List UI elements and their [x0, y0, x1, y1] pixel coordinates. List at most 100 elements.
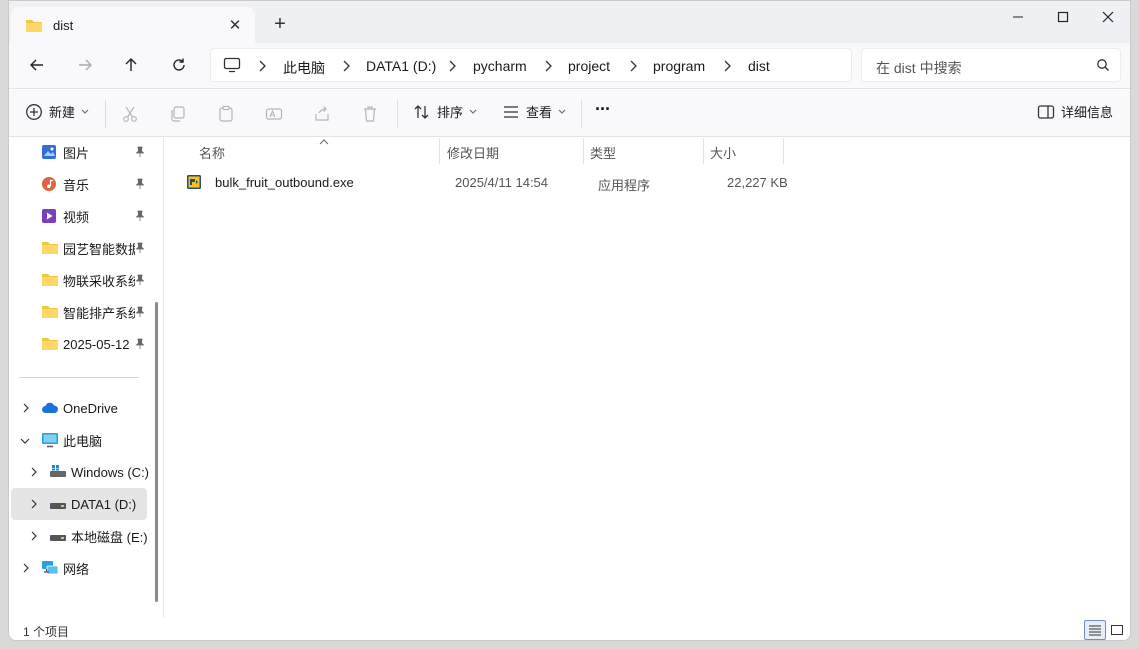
column-header-size[interactable]: 大小	[710, 143, 736, 162]
sidebar-item-folder[interactable]: 物联采收系统	[9, 264, 155, 296]
breadcrumb-program[interactable]: program	[653, 58, 705, 74]
chevron-right-icon[interactable]	[628, 59, 638, 76]
minimize-button[interactable]	[995, 1, 1041, 33]
new-tab-button[interactable]: +	[267, 11, 293, 37]
chevron-right-icon[interactable]	[341, 59, 351, 76]
details-pane-button[interactable]: 详细信息	[1037, 102, 1113, 121]
sidebar-item-local-e[interactable]: 本地磁盘 (E:)	[9, 520, 155, 552]
details-pane-icon	[1037, 104, 1055, 119]
chevron-right-icon[interactable]	[29, 498, 39, 513]
file-row[interactable]: bulk_fruit_outbound.exe 2025/4/11 14:54 …	[184, 171, 788, 195]
sidebar-item-label: 图片	[63, 145, 90, 161]
pin-icon[interactable]	[135, 242, 145, 257]
more-options-button[interactable]: ···	[595, 99, 611, 120]
computer-icon	[41, 432, 59, 451]
back-button[interactable]	[21, 51, 53, 79]
column-divider[interactable]	[783, 138, 784, 164]
breadcrumb-pycharm[interactable]: pycharm	[473, 58, 527, 74]
tiles-view-icon	[1111, 625, 1123, 635]
navigation-pane: 图片 音乐 视频 园艺智能数据 物联采收系统 智能排产系统 2025-05-12…	[9, 138, 163, 618]
folder-icon	[41, 240, 59, 258]
refresh-icon	[173, 58, 185, 71]
forward-button[interactable]	[69, 51, 101, 79]
sidebar-item-folder[interactable]: 园艺智能数据	[9, 232, 155, 264]
column-divider[interactable]	[583, 138, 584, 164]
sidebar-scrollbar[interactable]	[155, 302, 158, 602]
chevron-right-icon[interactable]	[29, 530, 39, 545]
chevron-right-icon[interactable]	[447, 59, 457, 76]
sidebar-item-data1-d[interactable]: DATA1 (D:)	[11, 488, 147, 520]
folder-icon	[41, 336, 59, 354]
column-header-name[interactable]: 名称	[199, 143, 225, 162]
sidebar-item-label: 2025-05-12	[63, 336, 130, 352]
chevron-down-icon	[469, 109, 477, 114]
pin-icon[interactable]	[135, 178, 145, 193]
chevron-right-icon[interactable]	[21, 402, 31, 417]
breadcrumb-project[interactable]: project	[568, 58, 610, 74]
breadcrumb-this-pc[interactable]: 此电脑	[283, 58, 325, 78]
column-divider[interactable]	[439, 138, 440, 164]
details-view-button[interactable]	[1084, 620, 1106, 640]
breadcrumb-dist[interactable]: dist	[748, 58, 770, 74]
forward-arrow-icon	[79, 59, 92, 71]
search-input[interactable]: 在 dist 中搜索	[861, 48, 1121, 82]
chevron-down-icon	[558, 109, 566, 114]
rename-button[interactable]	[262, 102, 286, 126]
pin-icon[interactable]	[135, 274, 145, 289]
delete-button[interactable]	[358, 102, 382, 126]
copy-button[interactable]	[166, 102, 190, 126]
up-button[interactable]	[115, 51, 147, 79]
videos-icon	[41, 208, 57, 227]
pin-icon[interactable]	[135, 338, 145, 353]
pin-icon[interactable]	[135, 306, 145, 321]
sidebar-item-windows-c[interactable]: Windows (C:)	[9, 456, 155, 488]
new-button[interactable]: 新建	[25, 102, 89, 121]
column-divider[interactable]	[703, 138, 704, 164]
drive-icon	[49, 499, 67, 514]
pin-icon[interactable]	[135, 210, 145, 225]
search-icon	[1096, 58, 1110, 75]
toolbar-divider	[105, 100, 106, 128]
chevron-right-icon[interactable]	[21, 562, 31, 577]
column-header-type[interactable]: 类型	[590, 143, 616, 162]
close-button[interactable]	[1085, 1, 1130, 33]
sidebar-item-label: 音乐	[63, 177, 90, 193]
address-bar[interactable]: 此电脑 DATA1 (D:) pycharm project program d…	[210, 48, 852, 82]
pin-icon[interactable]	[135, 146, 145, 161]
details-view-icon	[1089, 625, 1101, 636]
chevron-down-icon[interactable]	[19, 435, 31, 450]
tab-dist[interactable]: dist ✕	[11, 7, 255, 43]
view-label: 查看	[526, 105, 553, 120]
paste-button[interactable]	[214, 102, 238, 126]
cut-button[interactable]	[118, 102, 142, 126]
share-button[interactable]	[310, 102, 334, 126]
tab-close-icon[interactable]: ✕	[223, 13, 247, 37]
file-list: 名称 修改日期 类型 大小 bulk_fruit_outbound.exe 20…	[164, 138, 1130, 618]
up-arrow-icon	[125, 58, 137, 71]
column-header-modified[interactable]: 修改日期	[447, 143, 499, 162]
chevron-right-icon[interactable]	[29, 466, 39, 481]
item-count: 1 个项目	[23, 625, 70, 639]
details-label: 详细信息	[1061, 105, 1114, 120]
chevron-down-icon	[81, 109, 89, 114]
tiles-view-button[interactable]	[1106, 620, 1128, 640]
sidebar-item-music[interactable]: 音乐	[9, 168, 155, 200]
chevron-right-icon[interactable]	[543, 59, 553, 76]
sidebar-item-network[interactable]: 网络	[9, 552, 155, 584]
sort-icon	[414, 104, 429, 119]
sidebar-item-onedrive[interactable]: OneDrive	[9, 392, 155, 424]
maximize-button[interactable]	[1040, 1, 1086, 33]
sidebar-item-pictures[interactable]: 图片	[9, 136, 155, 168]
chevron-right-icon[interactable]	[257, 59, 267, 76]
sort-button[interactable]: 排序	[413, 102, 477, 121]
sidebar-item-videos[interactable]: 视频	[9, 200, 155, 232]
toolbar-divider	[581, 100, 582, 128]
sidebar-item-folder[interactable]: 智能排产系统	[9, 296, 155, 328]
breadcrumb-data1[interactable]: DATA1 (D:)	[366, 58, 436, 74]
view-button[interactable]: 查看	[502, 102, 566, 121]
chevron-right-icon[interactable]	[722, 59, 732, 76]
refresh-button[interactable]	[163, 51, 195, 79]
new-label: 新建	[49, 105, 76, 120]
sidebar-item-folder[interactable]: 2025-05-12	[9, 328, 155, 360]
sidebar-item-this-pc[interactable]: 此电脑	[9, 424, 155, 456]
